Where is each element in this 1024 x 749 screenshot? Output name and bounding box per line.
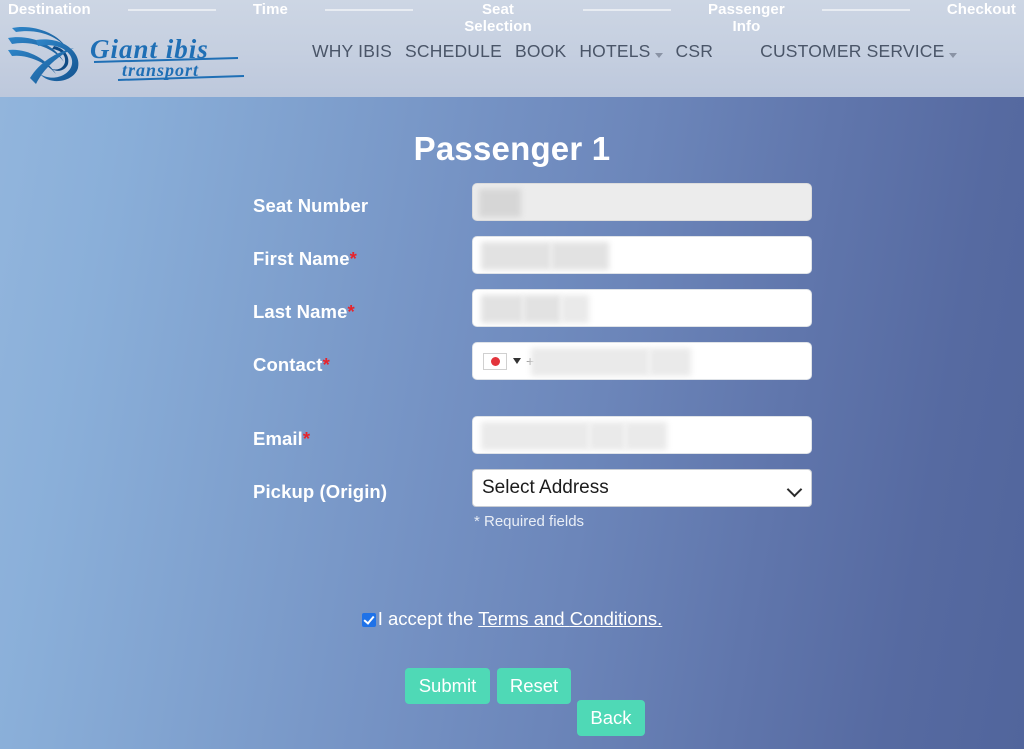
nav-label-customer-service: CUSTOMER SERVICE	[760, 40, 945, 61]
nav-item-hotels[interactable]: HOTELS	[579, 40, 663, 62]
nav-item-schedule[interactable]: SCHEDULE	[405, 41, 502, 62]
chevron-down-icon	[654, 52, 663, 58]
site-header: Destination Time Seat Selection Passenge…	[0, 0, 1024, 97]
japan-flag-icon[interactable]	[483, 353, 507, 370]
label-first-name: First Name*	[253, 248, 357, 270]
terms-link-line2: Conditions.	[569, 608, 663, 629]
required-asterisk: *	[302, 428, 311, 449]
terms-and-conditions-link[interactable]: Terms and Conditions.	[478, 608, 662, 629]
label-seat-number: Seat Number	[253, 195, 368, 217]
redacted-value	[625, 422, 667, 450]
redacted-value	[561, 295, 589, 323]
form-row-contact: Contact* +	[0, 342, 1024, 395]
form-row-seat-number: Seat Number	[0, 183, 1024, 236]
terms-acceptance: I accept the Terms and Conditions.	[0, 603, 1024, 634]
nav-label-hotels: HOTELS	[579, 40, 651, 61]
progress-connector-3	[583, 9, 671, 11]
site-logo[interactable]: Giant ibis transport	[6, 18, 256, 88]
nav-label-why-ibis: WHY IBIS	[312, 40, 393, 61]
form-row-last-name: Last Name*	[0, 289, 1024, 342]
passenger-form: Seat Number First Name* Last Name* Conta…	[0, 183, 1024, 535]
main-content: Passenger 1 Seat Number First Name* Last…	[0, 97, 1024, 749]
label-email: Email*	[253, 428, 310, 450]
terms-link-line1: Terms and	[478, 608, 565, 629]
first-name-input[interactable]	[472, 236, 812, 274]
label-pickup-origin-text: Pickup (Origin)	[253, 481, 388, 502]
progress-step-checkout: Checkout	[946, 1, 1016, 18]
chevron-down-icon[interactable]	[513, 358, 521, 364]
nav-item-why-ibis[interactable]: WHY IBIS	[312, 41, 392, 62]
progress-step-passenger-info: Passenger Info	[708, 1, 785, 35]
form-row-email: Email*	[0, 395, 1024, 469]
terms-checkbox[interactable]	[361, 613, 376, 627]
progress-connector-2	[324, 9, 413, 11]
nav-label-book: BOOK	[514, 40, 567, 61]
ibis-bird-logo-icon: Giant ibis transport	[8, 26, 245, 84]
seat-number-input[interactable]	[472, 183, 812, 221]
redacted-value	[531, 348, 649, 376]
label-last-name: Last Name*	[253, 301, 355, 323]
main-navigation: WHY IBIS SCHEDULE BOOK HOTELS CSR CUSTOM…	[312, 36, 957, 66]
terms-text-before: I accept the	[377, 608, 479, 629]
form-row-first-name: First Name*	[0, 236, 1024, 289]
label-pickup-origin: Pickup (Origin)	[253, 481, 387, 503]
progress-connector-4	[821, 9, 910, 11]
redacted-value	[649, 348, 691, 376]
redacted-value	[481, 242, 551, 270]
email-input[interactable]	[472, 416, 812, 454]
submit-button[interactable]: Submit	[405, 668, 490, 704]
page-root: Destination Time Seat Selection Passenge…	[0, 0, 1024, 749]
form-row-pickup: Pickup (Origin) Select Address	[0, 469, 1024, 509]
redacted-value	[481, 295, 523, 323]
nav-item-customer-service[interactable]: CUSTOMER SERVICE	[760, 40, 957, 62]
nav-item-book[interactable]: BOOK	[515, 41, 566, 62]
chevron-down-icon	[786, 481, 803, 498]
last-name-input[interactable]	[472, 289, 812, 327]
form-row-required-note: * Required fields	[0, 509, 1024, 535]
reset-button[interactable]: Reset	[497, 668, 571, 704]
label-contact: Contact*	[253, 354, 330, 376]
back-button[interactable]: Back	[577, 700, 645, 736]
progress-step-seat-selection: Seat Selection	[464, 1, 532, 35]
nav-item-csr[interactable]: CSR	[676, 41, 714, 62]
required-asterisk: *	[347, 301, 355, 322]
progress-step-time: Time	[252, 1, 288, 18]
label-seat-number-text: Seat Number	[253, 195, 369, 216]
page-title: Passenger 1	[413, 130, 611, 167]
redacted-value	[589, 422, 625, 450]
chevron-down-icon	[948, 52, 957, 58]
redacted-value	[523, 295, 561, 323]
redacted-value	[481, 422, 589, 450]
redacted-value	[479, 189, 521, 217]
required-asterisk: *	[349, 248, 357, 269]
progress-step-destination: Destination	[8, 1, 91, 18]
progress-connector-1	[127, 9, 216, 11]
label-email-text: Email	[253, 428, 303, 449]
nav-label-schedule: SCHEDULE	[405, 40, 502, 61]
required-asterisk: *	[322, 354, 330, 375]
redacted-value	[551, 242, 609, 270]
contact-phone-input[interactable]: +	[472, 342, 812, 380]
japan-flag-sun	[490, 357, 500, 366]
label-contact-text: Contact	[253, 354, 323, 375]
label-last-name-text: Last Name	[253, 301, 348, 322]
label-first-name-text: First Name	[253, 248, 350, 269]
pickup-address-select[interactable]: Select Address	[472, 469, 812, 507]
nav-label-csr: CSR	[675, 40, 714, 61]
pickup-selected-value: Select Address	[482, 477, 609, 498]
required-fields-note: * Required fields	[474, 513, 585, 530]
